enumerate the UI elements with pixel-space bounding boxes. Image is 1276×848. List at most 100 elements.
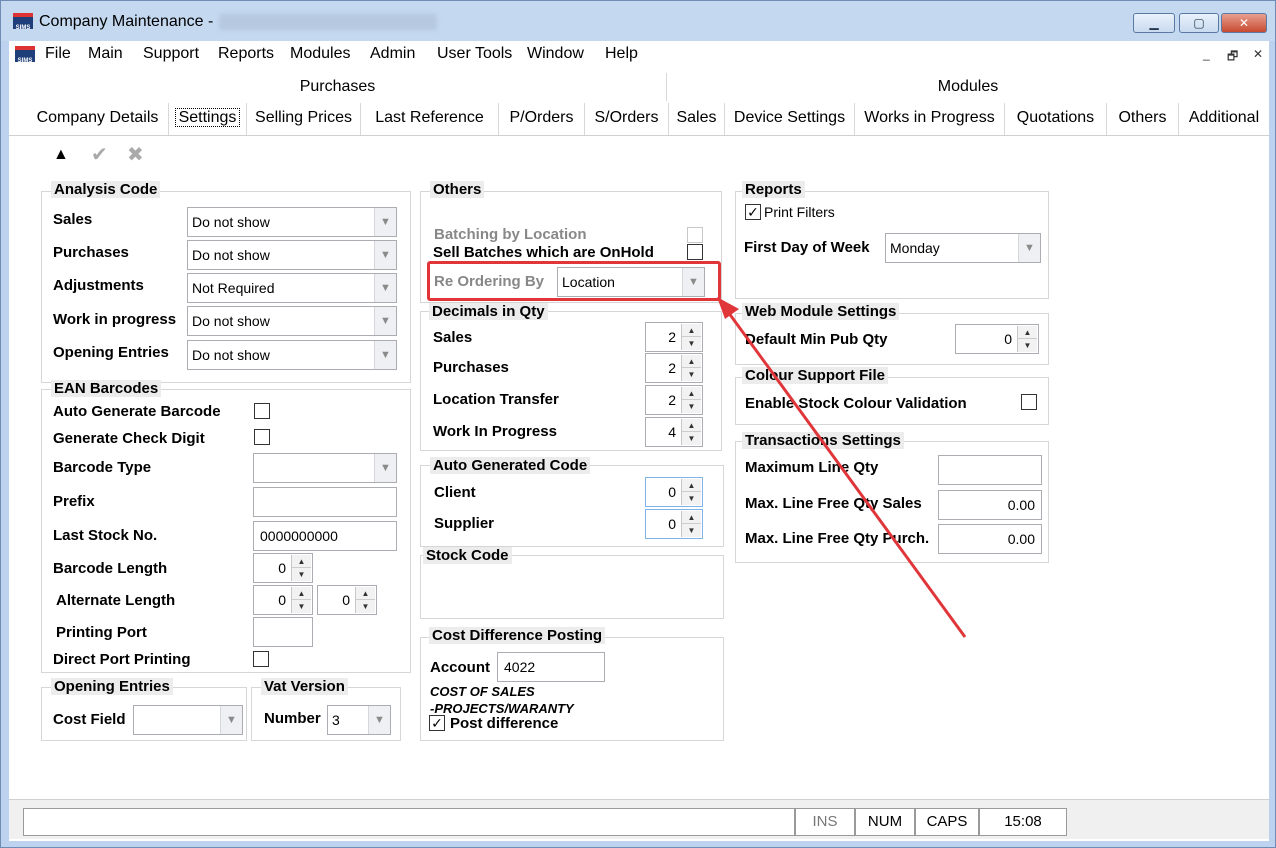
min-pub-qty-label: Default Min Pub Qty — [745, 331, 888, 348]
alternate-length-spinner-2[interactable]: 0 ▲ ▼ — [317, 585, 377, 615]
max-free-sales-label: Max. Line Free Qty Sales — [745, 495, 922, 512]
save-check-icon[interactable]: ✔ — [91, 143, 108, 167]
mdi-minimize-icon[interactable]: _ — [1203, 47, 1210, 61]
decimals-sales-spinner[interactable]: 2 ▲ ▼ — [645, 322, 703, 352]
analysis-purchases-label: Purchases — [53, 244, 129, 261]
post-difference-checkbox[interactable]: ✓ — [429, 715, 445, 731]
sell-batches-checkbox[interactable] — [687, 244, 703, 260]
max-free-purch-label: Max. Line Free Qty Purch. — [745, 530, 930, 547]
spin-down-icon: ▼ — [1018, 339, 1037, 352]
app-window: SIMS Company Maintenance - ▁ ▢ ✕ SIMS Fi… — [0, 0, 1276, 848]
tab-quotations[interactable]: Quotations — [1005, 103, 1107, 135]
tab-settings[interactable]: Settings — [169, 103, 247, 135]
tab-additional[interactable]: Additional — [1179, 103, 1269, 135]
spin-up-icon: ▲ — [682, 324, 701, 337]
max-line-qty-input[interactable] — [938, 455, 1042, 485]
tab-p-orders[interactable]: P/Orders — [499, 103, 585, 135]
menu-bar: SIMS File Main Support Reports Modules A… — [9, 41, 1269, 69]
tab-selling-prices[interactable]: Selling Prices — [247, 103, 361, 135]
max-free-purch-input[interactable]: 0.00 — [938, 524, 1042, 554]
printing-port-label: Printing Port — [56, 624, 147, 641]
menu-admin[interactable]: Admin — [370, 45, 415, 63]
account-label: Account — [430, 659, 490, 676]
spin-up-icon: ▲ — [1018, 326, 1037, 339]
account-desc-clip: -PROJECTS/WARANTY — [427, 701, 623, 713]
chevron-down-icon: ▼ — [220, 706, 242, 734]
opening-entries-title: Opening Entries — [51, 678, 173, 695]
mdi-restore-icon[interactable]: 🗗 — [1227, 47, 1238, 68]
cancel-x-icon[interactable]: ✖ — [127, 143, 144, 167]
print-filters-checkbox[interactable]: ✓ — [745, 204, 761, 220]
direct-port-printing-label: Direct Port Printing — [53, 651, 191, 668]
cost-diff-title: Cost Difference Posting — [429, 627, 606, 644]
maximize-button[interactable]: ▢ — [1179, 13, 1219, 33]
spin-up-icon: ▲ — [292, 587, 311, 600]
direct-port-printing-checkbox[interactable] — [253, 651, 269, 667]
analysis-wip-combo[interactable]: Do not show ▼ — [187, 306, 397, 336]
menu-support[interactable]: Support — [143, 45, 199, 63]
last-stock-no-input[interactable]: 0000000000 — [253, 521, 397, 551]
client-label: Client — [434, 484, 476, 501]
check-digit-checkbox[interactable] — [254, 429, 270, 445]
decimals-location-spinner[interactable]: 2 ▲ ▼ — [645, 385, 703, 415]
client-area: SIMS File Main Support Reports Modules A… — [9, 41, 1269, 841]
status-time: 15:08 — [979, 808, 1067, 836]
menu-reports[interactable]: Reports — [218, 45, 274, 63]
chevron-down-icon: ▼ — [374, 454, 396, 482]
analysis-sales-combo[interactable]: Do not show ▼ — [187, 207, 397, 237]
barcode-length-spinner[interactable]: 0 ▲ ▼ — [253, 553, 313, 583]
tab-device-settings[interactable]: Device Settings — [725, 103, 855, 135]
first-day-combo[interactable]: Monday ▼ — [885, 233, 1041, 263]
analysis-sales-label: Sales — [53, 211, 93, 228]
auto-generate-barcode-checkbox[interactable] — [254, 403, 270, 419]
menu-modules[interactable]: Modules — [290, 45, 350, 63]
spin-down-icon: ▼ — [356, 600, 375, 613]
tab-company-details[interactable]: Company Details — [27, 103, 169, 135]
vat-number-combo[interactable]: 3 ▼ — [327, 705, 391, 735]
barcode-type-combo[interactable]: ▼ — [253, 453, 397, 483]
tab-last-reference[interactable]: Last Reference — [361, 103, 499, 135]
analysis-adjustments-combo[interactable]: Not Required ▼ — [187, 273, 397, 303]
chevron-down-icon: ▼ — [374, 274, 396, 302]
account-desc-line-1: COST OF SALES — [430, 684, 535, 699]
colour-validation-checkbox[interactable] — [1021, 394, 1037, 410]
post-difference-label: Post difference — [450, 715, 559, 732]
analysis-opening-combo[interactable]: Do not show ▼ — [187, 340, 397, 370]
cost-field-combo[interactable]: ▼ — [133, 705, 243, 735]
status-bar: INS NUM CAPS 15:08 — [9, 799, 1269, 839]
tab-group-purchases[interactable]: Purchases — [9, 73, 667, 101]
colour-validation-label: Enable Stock Colour Validation — [745, 395, 967, 412]
collapse-icon[interactable]: ▲ — [53, 143, 69, 167]
decimals-wip-spinner[interactable]: 4 ▲ ▼ — [645, 417, 703, 447]
spin-down-icon: ▼ — [682, 400, 701, 413]
menu-file[interactable]: File — [45, 45, 71, 63]
client-spinner[interactable]: 0 ▲ ▼ — [645, 477, 703, 507]
spin-down-icon: ▼ — [682, 492, 701, 505]
menu-main[interactable]: Main — [88, 45, 123, 63]
decimals-purchases-spinner[interactable]: 2 ▲ ▼ — [645, 353, 703, 383]
batching-checkbox[interactable] — [687, 227, 703, 243]
menu-user-tools[interactable]: User Tools — [437, 45, 512, 63]
account-input[interactable]: 4022 — [497, 652, 605, 682]
menu-window[interactable]: Window — [527, 45, 584, 63]
mdi-close-icon[interactable]: ✕ — [1253, 47, 1263, 61]
supplier-spinner[interactable]: 0 ▲ ▼ — [645, 509, 703, 539]
tab-s-orders[interactable]: S/Orders — [585, 103, 669, 135]
printing-port-input[interactable] — [253, 617, 313, 647]
chevron-down-icon: ▼ — [374, 341, 396, 369]
tab-others[interactable]: Others — [1107, 103, 1179, 135]
max-free-sales-input[interactable]: 0.00 — [938, 490, 1042, 520]
spin-up-icon: ▲ — [292, 555, 311, 568]
tab-group-modules[interactable]: Modules — [667, 73, 1269, 101]
analysis-wip-label: Work in progress — [53, 311, 177, 328]
minimize-button[interactable]: ▁ — [1133, 13, 1175, 33]
analysis-purchases-combo[interactable]: Do not show ▼ — [187, 240, 397, 270]
alternate-length-spinner-1[interactable]: 0 ▲ ▼ — [253, 585, 313, 615]
menu-help[interactable]: Help — [605, 45, 638, 63]
print-filters-label: Print Filters — [764, 204, 835, 220]
tab-sales[interactable]: Sales — [669, 103, 725, 135]
close-button[interactable]: ✕ — [1221, 13, 1267, 33]
tab-works-in-progress[interactable]: Works in Progress — [855, 103, 1005, 135]
prefix-input[interactable] — [253, 487, 397, 517]
min-pub-qty-spinner[interactable]: 0 ▲ ▼ — [955, 324, 1039, 354]
